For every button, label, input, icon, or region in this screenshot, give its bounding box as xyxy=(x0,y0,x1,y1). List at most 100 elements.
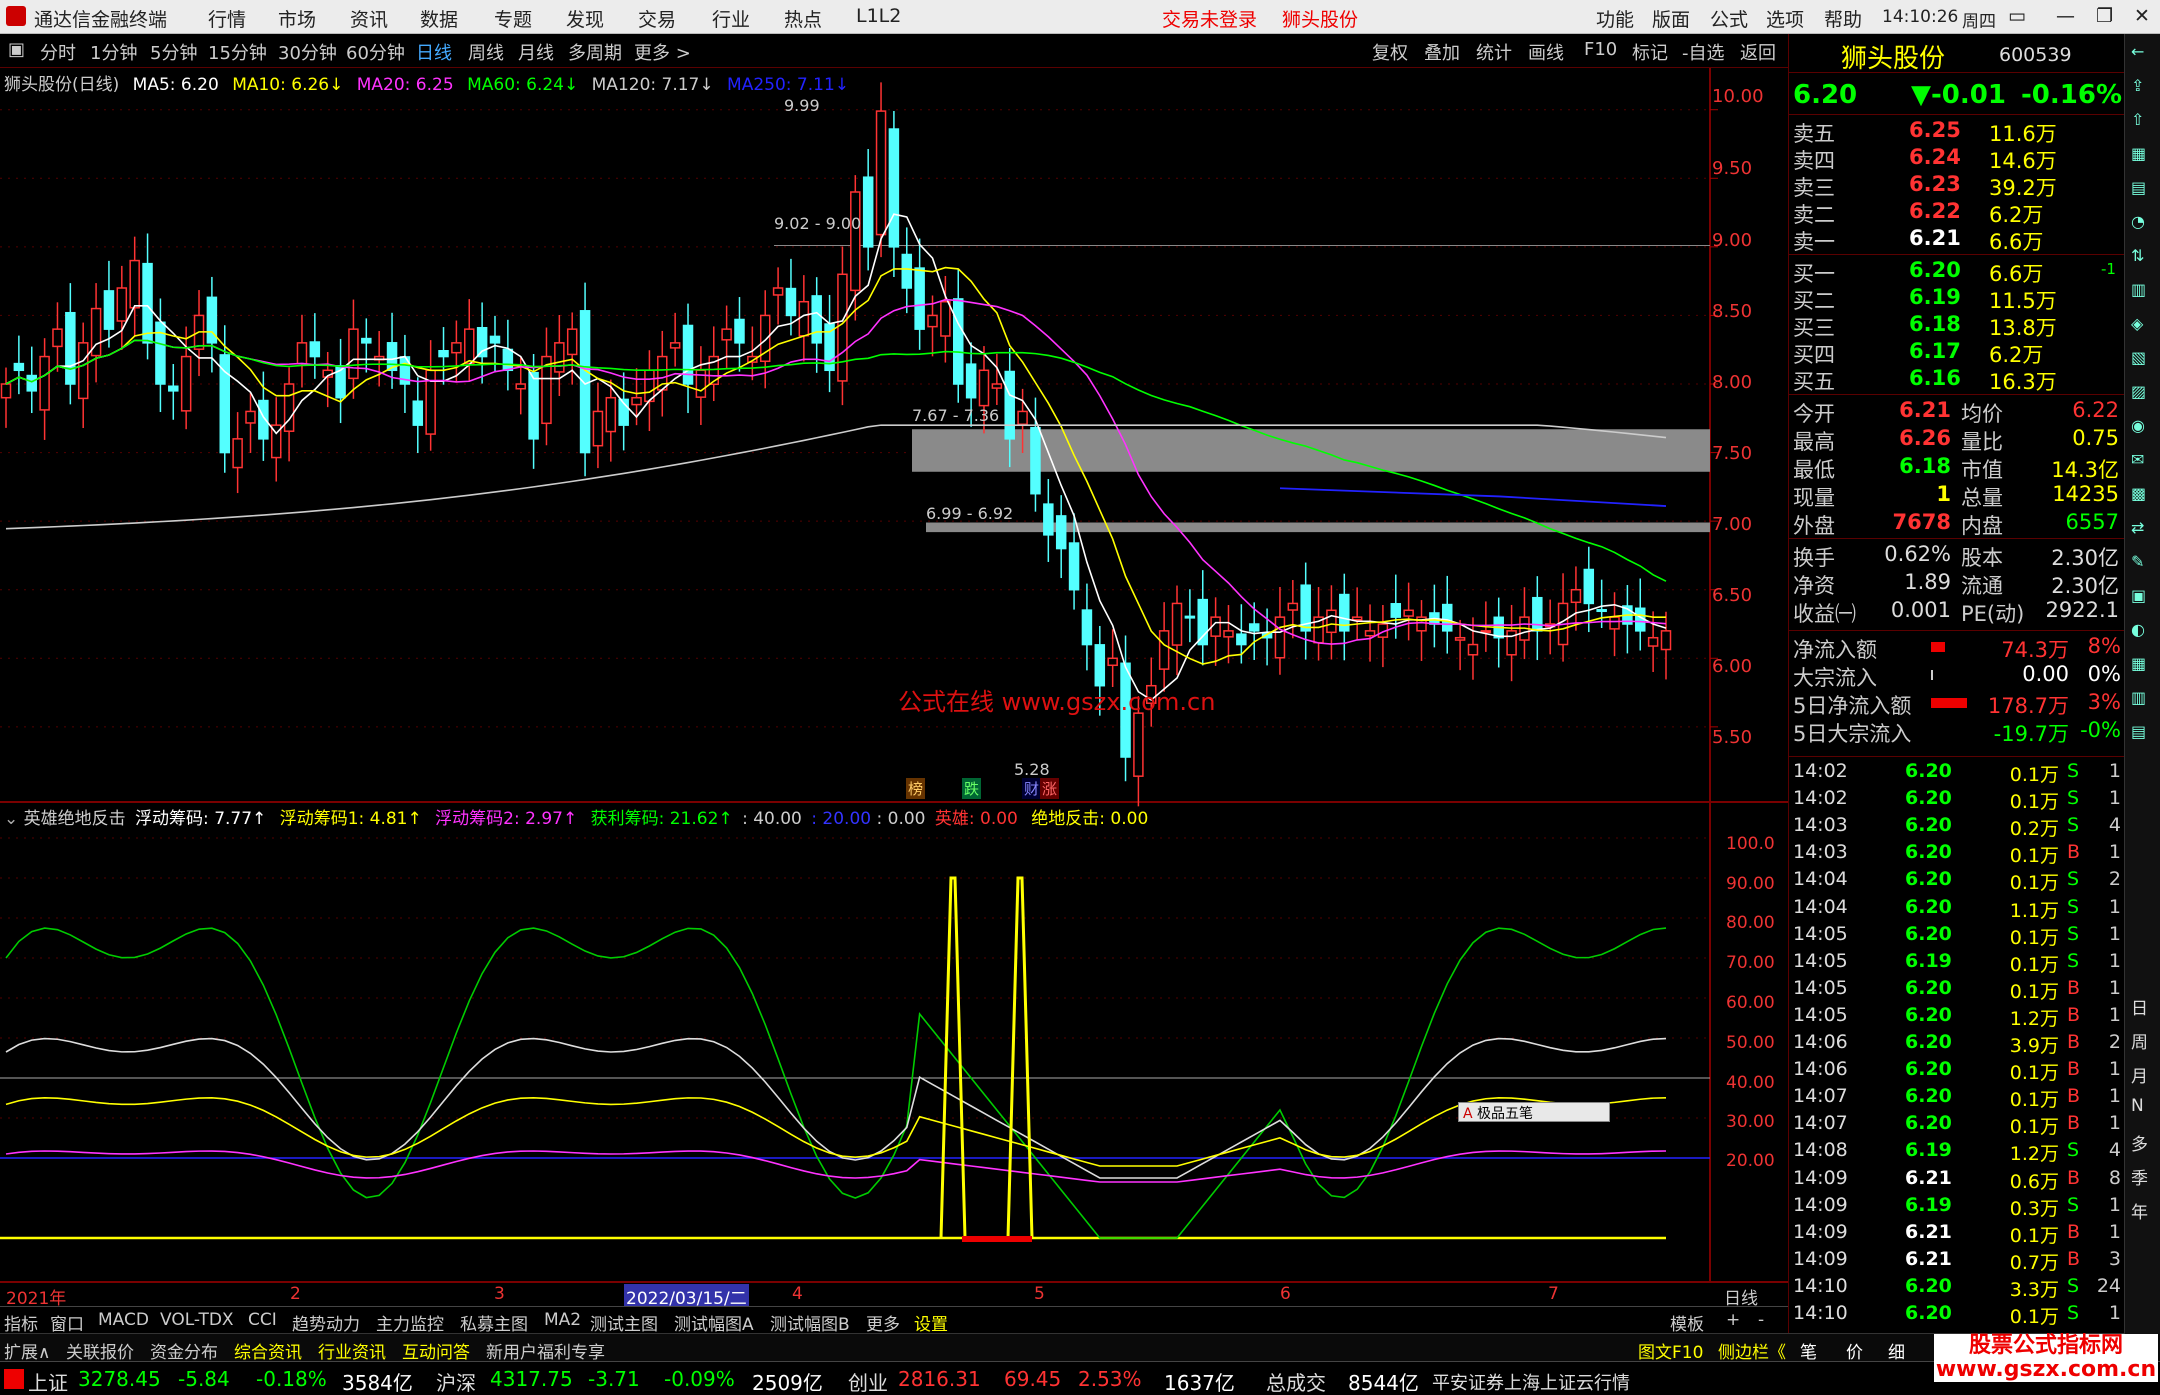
tool-button[interactable]: 统计 xyxy=(1476,39,1512,65)
index-name[interactable]: 上证 xyxy=(28,1367,68,1395)
menu-item[interactable]: 资讯 xyxy=(350,5,388,32)
menu-item[interactable]: 热点 xyxy=(784,5,822,32)
close-icon[interactable]: ✕ xyxy=(2134,5,2150,27)
panel-toggle-icon[interactable]: ▣ xyxy=(8,39,25,60)
period-tab[interactable]: 周线 xyxy=(468,39,504,65)
bottom-tab[interactable]: 笔 xyxy=(1800,1338,1817,1363)
tab[interactable]: 趋势动力 xyxy=(292,1310,360,1335)
menu-item[interactable]: 发现 xyxy=(566,5,604,32)
menu-item[interactable]: 功能 xyxy=(1596,5,1634,32)
side-tool-icon[interactable]: ▩ xyxy=(2131,484,2146,503)
bottom-tab[interactable]: 关联报价 xyxy=(66,1338,134,1363)
menu-item[interactable]: 市场 xyxy=(278,5,316,32)
side-tool-icon[interactable]: ▥ xyxy=(2131,688,2146,707)
bid-price[interactable]: 6.18 xyxy=(1909,312,1961,336)
side-tool-icon[interactable]: ◐ xyxy=(2131,620,2145,639)
bottom-tab[interactable]: 资金分布 xyxy=(150,1338,218,1363)
side-period-label[interactable]: 月 xyxy=(2131,1062,2148,1087)
tab[interactable]: VOL-TDX xyxy=(160,1310,234,1330)
period-tab-active[interactable]: 日线 xyxy=(416,39,452,65)
marker-badge[interactable]: 涨 xyxy=(1040,778,1060,799)
tab[interactable]: + xyxy=(1726,1310,1740,1330)
side-tool-icon[interactable]: ⇧ xyxy=(2131,110,2144,129)
side-tool-icon[interactable]: ✎ xyxy=(2131,552,2144,571)
side-tool-icon[interactable]: ▦ xyxy=(2131,144,2146,163)
menu-item[interactable]: 专题 xyxy=(494,5,532,32)
side-tool-icon[interactable]: ▦ xyxy=(2131,654,2146,673)
bottom-tab[interactable]: 新用户福利专享 xyxy=(486,1338,605,1363)
bottom-tab[interactable]: 扩展∧ xyxy=(4,1338,50,1363)
bid-price[interactable]: 6.19 xyxy=(1909,285,1961,309)
menu-item[interactable]: 帮助 xyxy=(1824,5,1862,32)
tool-button[interactable]: F10 xyxy=(1584,39,1617,60)
ask-price[interactable]: 6.21 xyxy=(1909,226,1961,250)
tab[interactable]: 模板 xyxy=(1670,1310,1704,1335)
side-tool-icon[interactable]: ▧ xyxy=(2131,348,2146,367)
tab[interactable]: 设置 xyxy=(914,1310,948,1335)
side-tool-icon[interactable]: ◈ xyxy=(2131,314,2143,333)
side-tool-icon[interactable]: ✉ xyxy=(2131,450,2144,469)
ime-widget[interactable]: A 极品五笔 xyxy=(1458,1102,1610,1122)
menu-item[interactable]: 行业 xyxy=(712,5,750,32)
tab[interactable]: - xyxy=(1758,1310,1764,1330)
ask-price[interactable]: 6.23 xyxy=(1909,172,1961,196)
restore-icon[interactable]: ❐ xyxy=(2096,5,2113,27)
bottom-tab[interactable]: 行业资讯 xyxy=(318,1338,386,1363)
side-tool-icon[interactable]: ▨ xyxy=(2131,382,2146,401)
period-tab[interactable]: 30分钟 xyxy=(278,39,337,65)
menu-item[interactable]: L1L2 xyxy=(856,5,901,27)
period-tab[interactable]: 1分钟 xyxy=(90,39,137,65)
tool-button[interactable]: 复权 xyxy=(1372,39,1408,65)
period-tab[interactable]: 60分钟 xyxy=(346,39,405,65)
ask-price[interactable]: 6.24 xyxy=(1909,145,1961,169)
marker-badge[interactable]: 榜 xyxy=(906,778,926,799)
tool-button[interactable]: 返回 xyxy=(1740,39,1776,65)
tab[interactable]: 主力监控 xyxy=(376,1310,444,1335)
tool-button[interactable]: 叠加 xyxy=(1424,39,1460,65)
bottom-tab[interactable]: 细 xyxy=(1888,1338,1905,1363)
tool-button[interactable]: 标记 xyxy=(1632,39,1668,65)
tool-button[interactable]: 画线 xyxy=(1528,39,1564,65)
side-tool-icon[interactable]: ⇄ xyxy=(2131,518,2144,537)
side-tool-icon[interactable]: ▣ xyxy=(2131,586,2146,605)
period-tab[interactable]: 月线 xyxy=(518,39,554,65)
minimize-icon[interactable]: — xyxy=(2056,5,2075,27)
tab[interactable]: 测试主图 xyxy=(590,1310,658,1335)
bid-price[interactable]: 6.20 xyxy=(1909,258,1961,282)
side-tool-icon[interactable]: ◔ xyxy=(2131,212,2145,231)
period-tab[interactable]: 5分钟 xyxy=(150,39,197,65)
bottom-tab[interactable]: 价 xyxy=(1846,1338,1863,1363)
marker-badge[interactable]: 跌 xyxy=(962,778,982,799)
tab[interactable]: 指标 xyxy=(4,1310,38,1335)
menu-item[interactable]: 数据 xyxy=(420,5,458,32)
side-period-label[interactable]: 年 xyxy=(2131,1198,2148,1223)
tab[interactable]: MACD xyxy=(98,1310,149,1330)
period-tab[interactable]: 多周期 xyxy=(568,39,622,65)
menu-item[interactable]: 版面 xyxy=(1652,5,1690,32)
tool-button[interactable]: -自选 xyxy=(1682,39,1725,65)
side-tool-icon[interactable]: ▥ xyxy=(2131,280,2146,299)
side-period-label[interactable]: 多 xyxy=(2131,1130,2148,1155)
side-tool-icon[interactable]: ⇪ xyxy=(2131,76,2144,95)
side-period-label[interactable]: 日 xyxy=(2131,994,2148,1019)
tab[interactable]: MA2 xyxy=(544,1310,581,1330)
tab[interactable]: 更多 xyxy=(866,1310,900,1335)
bottom-tab[interactable]: 侧边栏《 xyxy=(1718,1338,1786,1363)
tab[interactable]: 测试幅图B xyxy=(770,1310,850,1335)
side-tool-icon[interactable]: ⇅ xyxy=(2131,246,2144,265)
bottom-tab[interactable]: 互动问答 xyxy=(402,1338,470,1363)
side-tool-icon[interactable]: ▤ xyxy=(2131,178,2146,197)
side-period-label[interactable]: N xyxy=(2131,1096,2144,1116)
more-periods[interactable]: 更多 > xyxy=(634,39,691,65)
period-tab[interactable]: 分时 xyxy=(40,39,76,65)
bid-price[interactable]: 6.17 xyxy=(1909,339,1961,363)
index-name[interactable]: 沪深 xyxy=(436,1367,476,1395)
menu-item[interactable]: 选项 xyxy=(1766,5,1804,32)
period-tab[interactable]: 15分钟 xyxy=(208,39,267,65)
side-period-label[interactable]: 季 xyxy=(2131,1164,2148,1189)
bottom-tab[interactable]: 图文F10 xyxy=(1638,1338,1703,1363)
minimize-button[interactable]: ▭ xyxy=(2008,5,2026,27)
tab[interactable]: 窗口 xyxy=(50,1310,84,1335)
tab[interactable]: CCI xyxy=(248,1310,277,1330)
menu-item[interactable]: 公式 xyxy=(1710,5,1748,32)
